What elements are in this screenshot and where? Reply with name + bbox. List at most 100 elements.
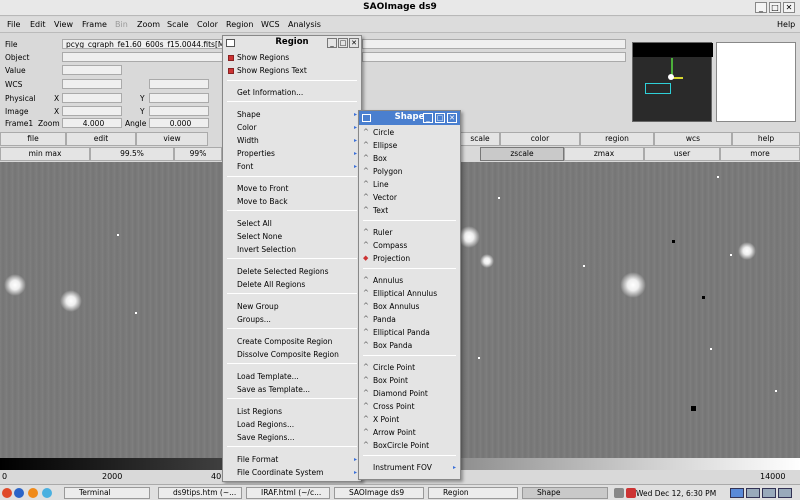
menu-file[interactable]: File [7, 20, 20, 29]
menu-item-color[interactable]: Color [237, 123, 257, 132]
shape-item[interactable]: Diamond Point [373, 389, 428, 398]
shape-item-instrument-fov[interactable]: Instrument FOV [373, 463, 432, 472]
menu-item-shape[interactable]: Shape [237, 110, 261, 119]
menu-item-list-regions[interactable]: List Regions [237, 407, 282, 416]
shape-item[interactable]: Circle Point [373, 363, 415, 372]
btn-edit[interactable]: edit [66, 132, 136, 146]
btn-file[interactable]: file [0, 132, 66, 146]
clock[interactable]: Wed Dec 12, 6:30 PM [636, 489, 716, 498]
task-iraf[interactable]: IRAF.html (~/c... [246, 487, 330, 499]
shape-item[interactable]: Polygon [373, 167, 402, 176]
btn-region[interactable]: region [580, 132, 654, 146]
btn-wcs[interactable]: wcs [654, 132, 732, 146]
menu-frame[interactable]: Frame [82, 20, 107, 29]
speaker-icon[interactable] [614, 488, 624, 498]
firefox-icon[interactable] [28, 488, 38, 498]
globe-icon[interactable] [14, 488, 24, 498]
panner[interactable] [632, 42, 713, 122]
shape-item[interactable]: Elliptical Panda [373, 328, 430, 337]
menu-view[interactable]: View [54, 20, 73, 29]
menu-item-width[interactable]: Width [237, 136, 259, 145]
menu-item-save-template[interactable]: Save as Template... [237, 385, 310, 394]
menu-edit[interactable]: Edit [30, 20, 46, 29]
btn-99-5[interactable]: 99.5% [90, 147, 174, 161]
btn-99[interactable]: 99% [174, 147, 222, 161]
menu-zoom[interactable]: Zoom [137, 20, 160, 29]
menu-item-dissolve-composite[interactable]: Dissolve Composite Region [237, 350, 339, 359]
minimize-icon[interactable]: _ [423, 113, 433, 123]
maximize-icon[interactable]: □ [338, 38, 348, 48]
menu-item-select-none[interactable]: Select None [237, 232, 282, 241]
close-icon[interactable]: ✕ [447, 113, 457, 123]
menu-analysis[interactable]: Analysis [288, 20, 321, 29]
shape-item[interactable]: Box Point [373, 376, 408, 385]
close-button[interactable]: ✕ [783, 2, 795, 13]
shape-item[interactable]: Arrow Point [373, 428, 416, 437]
menu-item-get-information[interactable]: Get Information... [237, 88, 303, 97]
menu-item-file-coord[interactable]: File Coordinate System [237, 468, 323, 477]
menu-icon[interactable] [226, 39, 235, 47]
workspace-3-icon[interactable] [762, 488, 776, 498]
task-shape[interactable]: Shape [522, 487, 608, 499]
task-terminal[interactable]: Terminal [64, 487, 150, 499]
btn-more[interactable]: more [720, 147, 800, 161]
menu-item-create-composite[interactable]: Create Composite Region [237, 337, 332, 346]
btn-help[interactable]: help [732, 132, 800, 146]
shape-item-selected[interactable]: Projection [373, 254, 410, 263]
shape-item[interactable]: Annulus [373, 276, 403, 285]
btn-zmax[interactable]: zmax [564, 147, 644, 161]
task-region[interactable]: Region [428, 487, 518, 499]
menu-item-font[interactable]: Font [237, 162, 253, 171]
workspace-4-icon[interactable] [778, 488, 792, 498]
shape-item[interactable]: Compass [373, 241, 407, 250]
shape-item[interactable]: X Point [373, 415, 399, 424]
minimize-icon[interactable]: _ [327, 38, 337, 48]
menu-item-delete-all[interactable]: Delete All Regions [237, 280, 305, 289]
alert-icon[interactable] [626, 488, 636, 498]
menu-region[interactable]: Region [226, 20, 253, 29]
shape-item[interactable]: Box Annulus [373, 302, 419, 311]
shape-item[interactable]: Circle [373, 128, 394, 137]
menu-item-move-back[interactable]: Move to Back [237, 197, 288, 206]
menu-item-move-front[interactable]: Move to Front [237, 184, 288, 193]
btn-zscale[interactable]: zscale [480, 147, 564, 161]
menu-wcs[interactable]: WCS [261, 20, 280, 29]
menu-item-select-all[interactable]: Select All [237, 219, 272, 228]
shape-item[interactable]: Ellipse [373, 141, 397, 150]
menu-item-file-format[interactable]: File Format [237, 455, 278, 464]
menu-color[interactable]: Color [197, 20, 218, 29]
menu-item-show-regions-text[interactable]: Show Regions Text [237, 66, 307, 75]
maximize-icon[interactable]: □ [435, 113, 445, 123]
menu-item-groups[interactable]: Groups... [237, 315, 271, 324]
shape-item[interactable]: Elliptical Annulus [373, 289, 437, 298]
menu-item-save-regions[interactable]: Save Regions... [237, 433, 295, 442]
btn-view[interactable]: view [136, 132, 208, 146]
shape-item[interactable]: Ruler [373, 228, 392, 237]
shape-item[interactable]: Vector [373, 193, 397, 202]
shape-item[interactable]: Box Panda [373, 341, 412, 350]
panner-bbox[interactable] [645, 83, 671, 94]
shape-item[interactable]: Panda [373, 315, 396, 324]
menu-icon[interactable] [362, 114, 371, 122]
redhat-icon[interactable] [2, 488, 12, 498]
menu-item-new-group[interactable]: New Group [237, 302, 279, 311]
minimize-button[interactable]: _ [755, 2, 767, 13]
shape-item[interactable]: Box [373, 154, 387, 163]
task-saoimage[interactable]: SAOImage ds9 [334, 487, 424, 499]
menu-item-load-template[interactable]: Load Template... [237, 372, 299, 381]
shape-item[interactable]: BoxCircle Point [373, 441, 429, 450]
menu-item-show-regions[interactable]: Show Regions [237, 53, 289, 62]
btn-user[interactable]: user [644, 147, 720, 161]
shape-item[interactable]: Line [373, 180, 389, 189]
task-ds9tips[interactable]: ds9tips.htm (~... [158, 487, 242, 499]
menu-item-load-regions[interactable]: Load Regions... [237, 420, 294, 429]
btn-scale[interactable]: scale [460, 132, 500, 146]
shape-item[interactable]: Text [373, 206, 388, 215]
mail-icon[interactable] [42, 488, 52, 498]
shape-item[interactable]: Cross Point [373, 402, 415, 411]
workspace-2-icon[interactable] [746, 488, 760, 498]
btn-minmax[interactable]: min max [0, 147, 90, 161]
menu-item-properties[interactable]: Properties [237, 149, 275, 158]
btn-color[interactable]: color [500, 132, 580, 146]
menu-item-invert-selection[interactable]: Invert Selection [237, 245, 296, 254]
